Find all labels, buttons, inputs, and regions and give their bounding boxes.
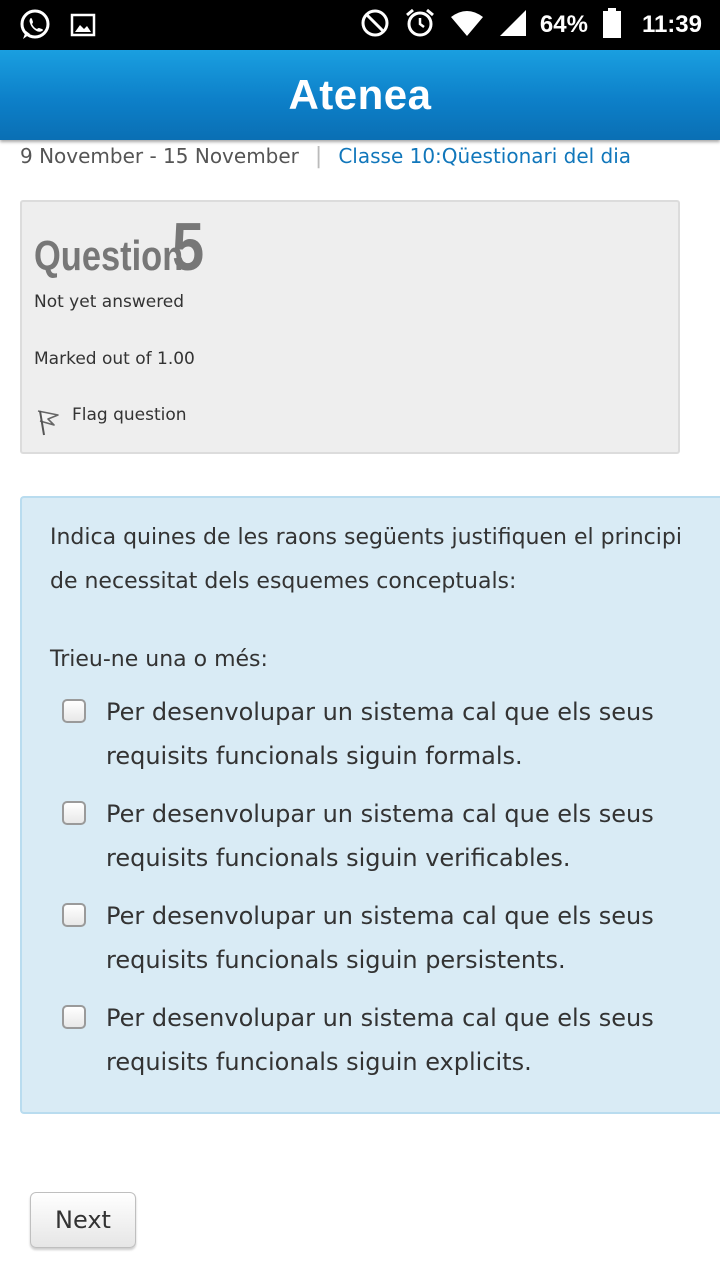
breadcrumb-week[interactable]: 9 November - 15 November xyxy=(20,144,299,168)
answer-option-label[interactable]: Per desenvolupar un sistema cal que els … xyxy=(106,894,702,982)
flag-icon[interactable] xyxy=(34,407,62,437)
answer-option-label[interactable]: Per desenvolupar un sistema cal que els … xyxy=(106,996,702,1084)
answer-checkbox[interactable] xyxy=(62,903,86,927)
answer-option[interactable]: Per desenvolupar un sistema cal que els … xyxy=(62,792,702,880)
question-number: 5 xyxy=(172,209,205,285)
clock: 11:39 xyxy=(641,11,702,38)
answer-option[interactable]: Per desenvolupar un sistema cal que els … xyxy=(62,996,702,1084)
question-state: Not yet answered xyxy=(34,292,185,312)
question-text: Indica quines de les raons següents just… xyxy=(50,525,682,594)
flag-question-button[interactable]: Flag question xyxy=(34,405,187,437)
answer-checkbox[interactable] xyxy=(62,1005,86,1029)
alarm-icon xyxy=(404,7,436,44)
breadcrumb: 9 November - 15 November | Classe 10:Qüe… xyxy=(20,142,631,170)
question-heading: Question 5 xyxy=(34,208,210,286)
breadcrumb-separator: | xyxy=(314,143,323,169)
answer-checkbox[interactable] xyxy=(62,699,86,723)
answer-prompt: Trieu-ne una o més: xyxy=(50,647,268,672)
image-icon xyxy=(70,12,96,43)
next-button[interactable]: Next xyxy=(30,1192,136,1248)
signal-icon xyxy=(498,8,528,43)
battery-icon xyxy=(602,7,622,44)
answer-option-label[interactable]: Per desenvolupar un sistema cal que els … xyxy=(106,792,702,880)
answer-option[interactable]: Per desenvolupar un sistema cal que els … xyxy=(62,894,702,982)
answer-checkbox[interactable] xyxy=(62,801,86,825)
breadcrumb-activity-link[interactable]: Classe 10:Qüestionari del dia xyxy=(338,144,631,168)
question-content: Indica quines de les raons següents just… xyxy=(20,496,720,1114)
app-title: Atenea xyxy=(288,71,432,118)
flag-question-label[interactable]: Flag question xyxy=(72,405,187,425)
app-bar: Atenea xyxy=(0,50,720,140)
status-bar: 64% 11:39 xyxy=(0,0,720,50)
question-marks: Marked out of 1.00 xyxy=(34,349,195,369)
wifi-icon xyxy=(450,9,484,42)
whatsapp-icon xyxy=(18,8,52,47)
battery-percent: 64% xyxy=(539,11,588,38)
question-info-box: Question 5 Not yet answered Marked out o… xyxy=(20,200,680,454)
answer-option-label[interactable]: Per desenvolupar un sistema cal que els … xyxy=(106,690,702,778)
question-title-word: Question xyxy=(34,232,184,279)
answer-option[interactable]: Per desenvolupar un sistema cal que els … xyxy=(62,690,702,778)
do-not-disturb-icon xyxy=(360,8,390,43)
